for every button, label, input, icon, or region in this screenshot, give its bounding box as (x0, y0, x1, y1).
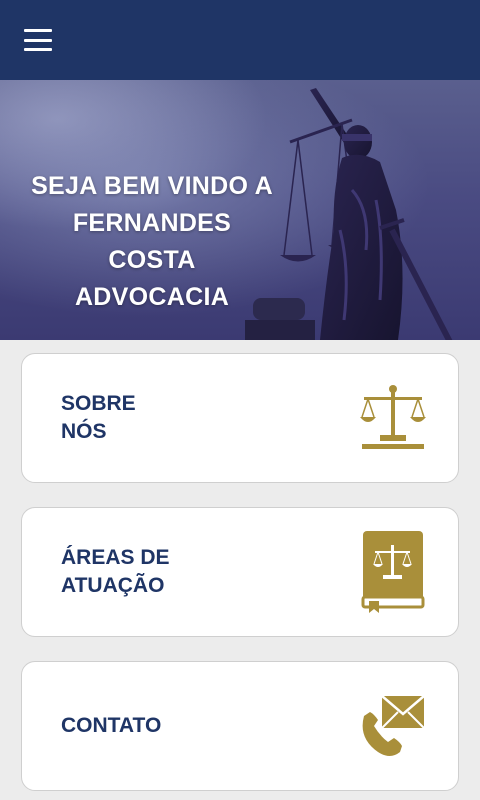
hero-banner: SEJA BEM VINDO A FERNANDES COSTA ADVOCAC… (0, 80, 480, 340)
hero-title-line-2: FERNANDES (72, 209, 232, 237)
hero-title-line-1: SEJA BEM VINDO A (31, 172, 273, 200)
top-app-bar (0, 0, 480, 80)
contact-label: CONTATO (61, 712, 161, 740)
phone-envelope-icon (358, 685, 428, 767)
practice-areas-card[interactable]: ÁREAS DE ATUAÇÃO (21, 507, 459, 637)
menu-cards: SOBRE NÓS ÁREAS DE ATUAÇÃO CONTATO (0, 340, 480, 791)
practice-areas-label-line-2: ATUAÇÃO (61, 574, 165, 597)
practice-areas-label-line-1: ÁREAS DE (61, 546, 170, 569)
hero-title-line-3: COSTA (108, 246, 196, 274)
hamburger-menu-icon[interactable] (24, 29, 52, 51)
hero-welcome-title: SEJA BEM VINDO A FERNANDES COSTA ADVOCAC… (10, 168, 294, 316)
hero-title-line-4: ADVOCACIA (74, 283, 230, 311)
about-us-label-line-2: NÓS (61, 420, 107, 443)
law-book-icon (358, 531, 428, 613)
about-us-label: SOBRE NÓS (61, 390, 136, 446)
scales-of-justice-icon (358, 377, 428, 459)
contact-card[interactable]: CONTATO (21, 661, 459, 791)
about-us-label-line-1: SOBRE (61, 392, 136, 415)
about-us-card[interactable]: SOBRE NÓS (21, 353, 459, 483)
practice-areas-label: ÁREAS DE ATUAÇÃO (61, 544, 170, 600)
contact-label-line-1: CONTATO (61, 714, 162, 737)
